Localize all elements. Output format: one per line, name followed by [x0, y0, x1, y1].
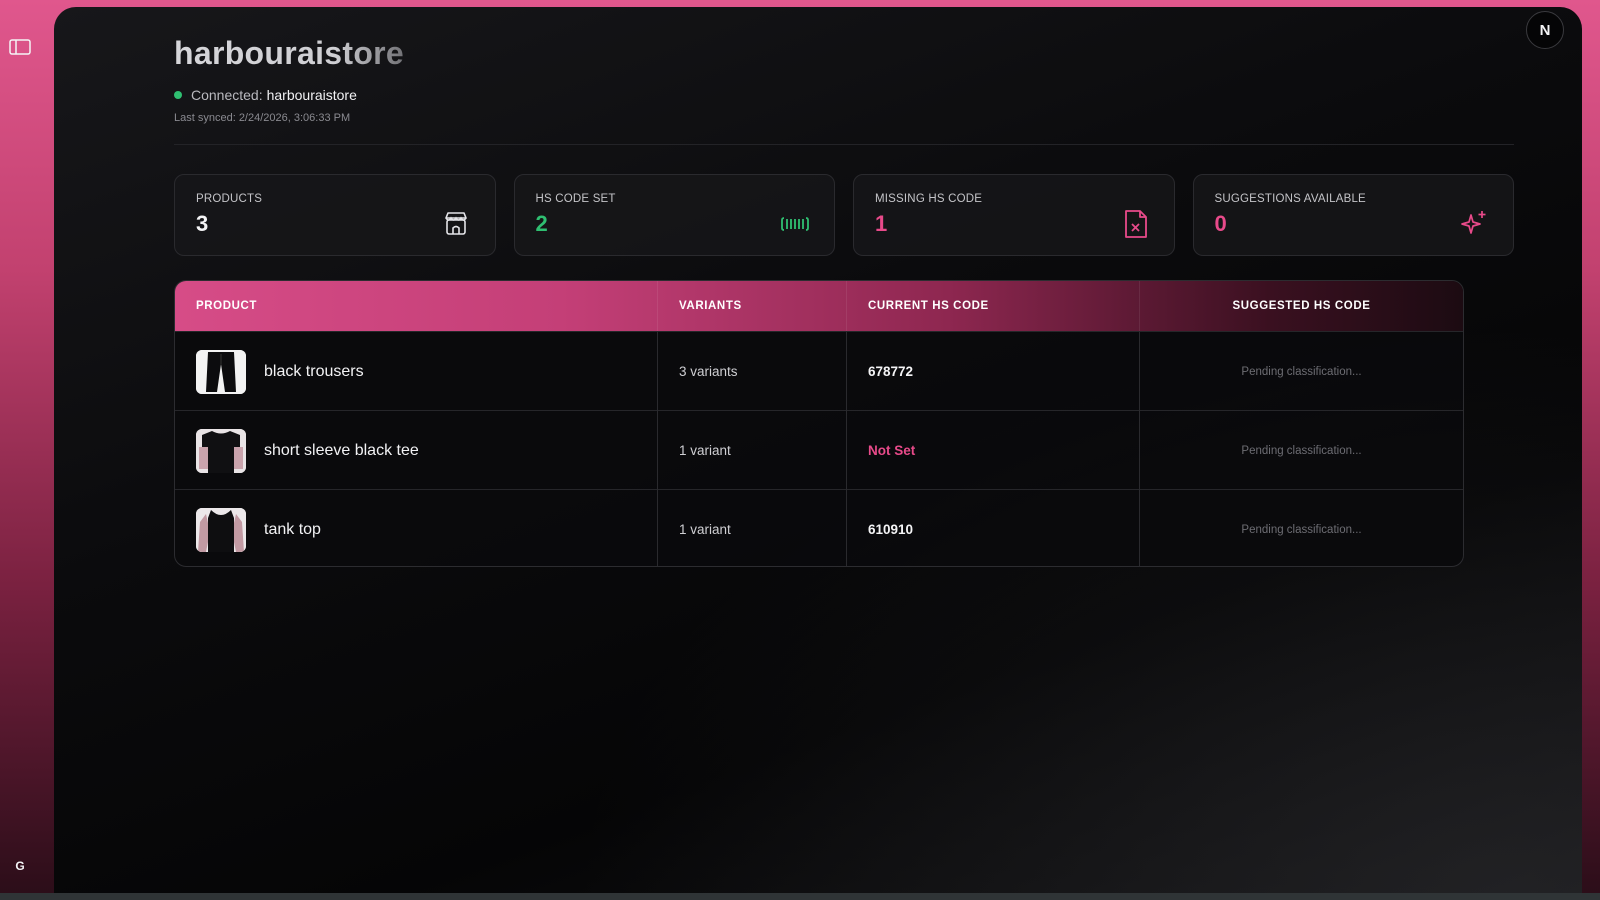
- stat-value: 0: [1214, 211, 1227, 236]
- suggested-hs-code-cell: Pending classification...: [1241, 523, 1362, 536]
- current-hs-code-cell: 610910: [847, 490, 1140, 566]
- connected-label: Connected:: [191, 87, 263, 103]
- store-header: harbouraistore Connected: harbouraistore…: [174, 35, 1514, 124]
- suggested-hs-code-cell: Pending classification...: [1241, 365, 1362, 378]
- suggested-hs-code-cell: Pending classification...: [1241, 444, 1362, 457]
- current-hs-code-cell: Not Set: [847, 411, 1140, 490]
- user-avatar[interactable]: G: [12, 858, 28, 874]
- variants-cell: 3 variants: [658, 332, 847, 411]
- header-divider: [174, 144, 1514, 145]
- table-row[interactable]: short sleeve black tee 1 variant Not Set…: [175, 410, 1463, 490]
- main-panel: N harbouraistore Connected: harbouraisto…: [54, 7, 1582, 893]
- column-header-variants[interactable]: VARIANTS: [658, 281, 847, 331]
- sparkles-icon: [1461, 211, 1486, 234]
- sidebar-panel-icon: [9, 39, 31, 55]
- table-row[interactable]: tank top 1 variant 610910 Pending classi…: [175, 489, 1463, 566]
- stat-card-hs-code-set: HS CODE SET 2: [513, 174, 835, 256]
- product-name[interactable]: tank top: [264, 521, 321, 539]
- column-header-suggested-hs-code[interactable]: SUGGESTED HS CODE: [1140, 281, 1463, 331]
- barcode-icon: [781, 217, 809, 231]
- current-hs-code-cell: 678772: [847, 332, 1140, 411]
- column-header-product[interactable]: PRODUCT: [175, 281, 658, 331]
- product-name[interactable]: short sleeve black tee: [264, 442, 419, 460]
- connected-store-name: harbouraistore: [266, 87, 357, 103]
- stat-value: 2: [535, 211, 548, 236]
- stat-label: MISSING HS CODE: [875, 193, 983, 205]
- stat-label: HS CODE SET: [535, 193, 616, 205]
- page-title: harbouraistore: [174, 35, 444, 72]
- product-cell: black trousers: [175, 332, 658, 411]
- status-dot-icon: [174, 91, 182, 99]
- product-thumbnail: [196, 428, 246, 473]
- bottom-bar: [0, 893, 1600, 900]
- file-x-icon: [1124, 210, 1147, 238]
- table-row[interactable]: black trousers 3 variants 678772 Pending…: [175, 331, 1463, 411]
- stat-label: SUGGESTIONS AVAILABLE: [1214, 193, 1366, 205]
- stat-card-products: PRODUCTS 3: [174, 174, 496, 256]
- product-name[interactable]: black trousers: [264, 363, 364, 381]
- stat-card-missing-hs-code: MISSING HS CODE 1: [853, 174, 1175, 256]
- tank-top-image: [196, 507, 246, 552]
- table-header: PRODUCT VARIANTS CURRENT HS CODE SUGGEST…: [175, 281, 1463, 331]
- stats-row: PRODUCTS 3 HS CODE SET 2 MISSING HS CODE…: [174, 174, 1514, 256]
- trousers-image: [196, 349, 246, 394]
- stat-value: 1: [875, 211, 888, 236]
- connection-status: Connected: harbouraistore: [174, 87, 1514, 103]
- last-synced-text: Last synced: 2/24/2026, 3:06:33 PM: [174, 112, 351, 124]
- product-cell: short sleeve black tee: [175, 411, 658, 490]
- sidebar-toggle-button[interactable]: [9, 38, 31, 56]
- stat-card-suggestions-available: SUGGESTIONS AVAILABLE 0: [1192, 174, 1514, 256]
- products-table: PRODUCT VARIANTS CURRENT HS CODE SUGGEST…: [174, 280, 1464, 567]
- variants-cell: 1 variant: [658, 490, 847, 566]
- stat-value: 3: [196, 211, 209, 236]
- column-header-current-hs-code[interactable]: CURRENT HS CODE: [847, 281, 1140, 331]
- left-rail: G: [0, 0, 54, 900]
- product-thumbnail: [196, 507, 246, 552]
- product-cell: tank top: [175, 490, 658, 566]
- stat-label: PRODUCTS: [196, 193, 263, 205]
- variants-cell: 1 variant: [658, 411, 847, 490]
- product-thumbnail: [196, 349, 246, 394]
- store-icon: [444, 212, 467, 235]
- tee-image: [196, 428, 246, 473]
- account-avatar-button[interactable]: N: [1526, 11, 1564, 49]
